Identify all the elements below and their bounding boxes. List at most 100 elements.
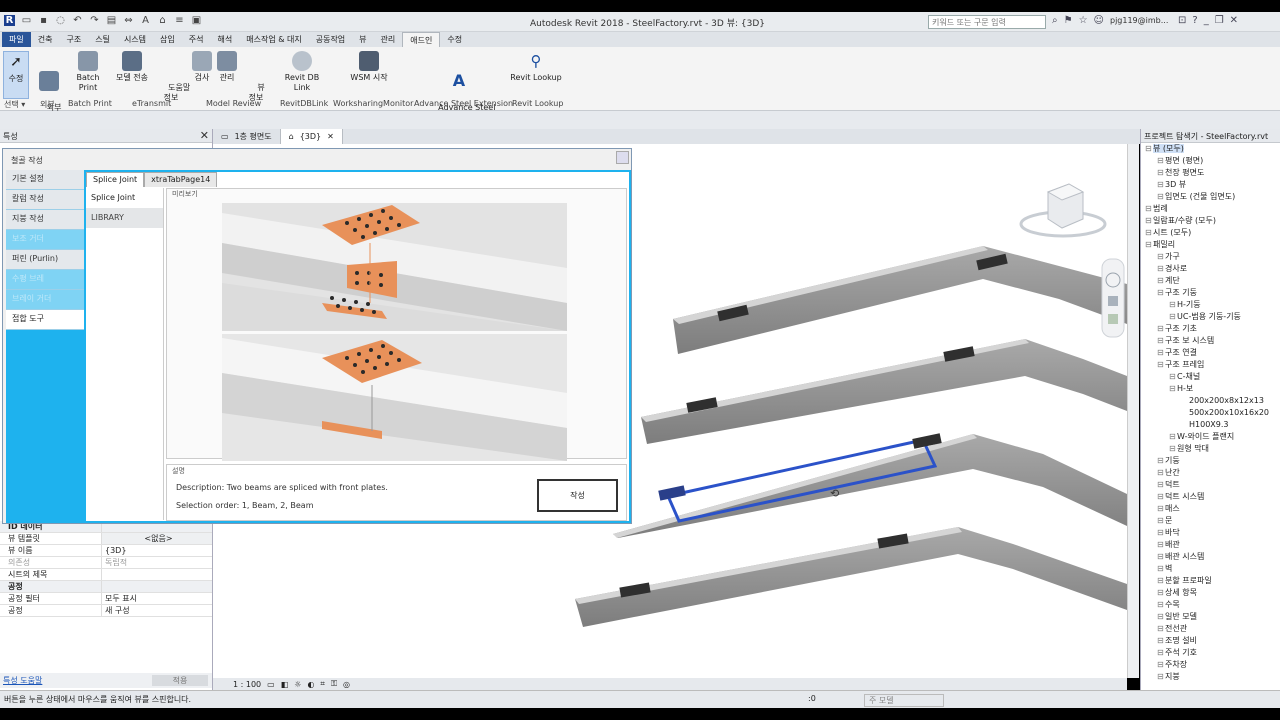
- tree-node[interactable]: ⊟기둥: [1141, 455, 1280, 467]
- expand-toggle-icon[interactable]: ⊟: [1157, 479, 1165, 491]
- expand-toggle-icon[interactable]: ⊟: [1157, 635, 1165, 647]
- tab-insert[interactable]: 삽입: [153, 32, 182, 47]
- expand-toggle-icon[interactable]: ⊟: [1157, 467, 1165, 479]
- tree-node[interactable]: ⊟배관: [1141, 539, 1280, 551]
- expand-toggle-icon[interactable]: ⊟: [1145, 239, 1153, 251]
- sidebar-horizontal-brace[interactable]: 수평 브레: [6, 270, 85, 290]
- sidebar-sub-girder[interactable]: 보조 거더: [6, 230, 85, 250]
- expand-toggle-icon[interactable]: ⊟: [1169, 431, 1177, 443]
- model-transmit-button[interactable]: 모델 전송: [113, 51, 151, 83]
- list-item-splice-joint[interactable]: Splice Joint: [86, 188, 163, 208]
- viewport-scrollbar[interactable]: [1127, 144, 1139, 678]
- expand-toggle-icon[interactable]: ⊟: [1157, 179, 1165, 191]
- tab-3d[interactable]: ⌂ {3D} ✕: [280, 129, 343, 144]
- tree-node[interactable]: ⊟지붕: [1141, 671, 1280, 683]
- dialog-close-button[interactable]: [616, 151, 629, 164]
- expand-toggle-icon[interactable]: ⊟: [1157, 671, 1165, 683]
- sidebar-connection-tools[interactable]: 접합 도구: [6, 310, 85, 330]
- beam-row-4[interactable]: [575, 527, 1127, 627]
- expand-toggle-icon[interactable]: ⊟: [1157, 623, 1165, 635]
- tree-node[interactable]: ⊟범례: [1141, 203, 1280, 215]
- expand-toggle-icon[interactable]: ⊟: [1157, 551, 1165, 563]
- expand-toggle-icon[interactable]: ⊟: [1157, 347, 1165, 359]
- view-template-button[interactable]: <없음>: [102, 533, 212, 544]
- expand-toggle-icon[interactable]: ⊟: [1169, 443, 1177, 455]
- tree-node[interactable]: ⊟일반 모델: [1141, 611, 1280, 623]
- tree-node[interactable]: ⊟구조 기초: [1141, 323, 1280, 335]
- expand-toggle-icon[interactable]: ⊟: [1157, 527, 1165, 539]
- lock-icon[interactable]: ⚿: [331, 679, 337, 689]
- save-icon[interactable]: ▪: [38, 15, 49, 26]
- revit-lookup-button[interactable]: ⚲ Revit Lookup: [510, 51, 562, 83]
- open-icon[interactable]: ▭: [21, 15, 32, 26]
- tab-file[interactable]: 파일: [2, 32, 31, 47]
- tree-node[interactable]: ⊟구조 연결: [1141, 347, 1280, 359]
- beam-row-1[interactable]: [673, 246, 1127, 354]
- splice-plate[interactable]: [658, 485, 686, 501]
- expand-toggle-icon[interactable]: ⊟: [1157, 599, 1165, 611]
- expand-toggle-icon[interactable]: ⊟: [1157, 611, 1165, 623]
- tree-node[interactable]: ⊟3D 뷰: [1141, 179, 1280, 191]
- expand-toggle-icon[interactable]: ⊟: [1157, 167, 1165, 179]
- expand-toggle-icon[interactable]: ⊟: [1157, 575, 1165, 587]
- expand-toggle-icon[interactable]: ⊟: [1157, 287, 1165, 299]
- revit-logo-icon[interactable]: R: [4, 15, 15, 26]
- expand-toggle-icon[interactable]: ⊟: [1145, 143, 1153, 155]
- expand-toggle-icon[interactable]: ⊟: [1157, 539, 1165, 551]
- section-phasing[interactable]: 공정: [0, 581, 212, 593]
- expand-toggle-icon[interactable]: ⊟: [1157, 587, 1165, 599]
- property-row[interactable]: 시트의 제목: [0, 569, 212, 581]
- sidebar-column-create[interactable]: 칼럼 작성: [6, 190, 85, 210]
- tree-node[interactable]: ⊟뷰 (모두): [1141, 143, 1280, 155]
- tree-node[interactable]: ⊟배관 시스템: [1141, 551, 1280, 563]
- tree-node[interactable]: ⊟분할 프로파일: [1141, 575, 1280, 587]
- expand-toggle-icon[interactable]: ⊟: [1145, 203, 1153, 215]
- tree-node[interactable]: ⊟입면도 (건물 입면도): [1141, 191, 1280, 203]
- list-item-library[interactable]: LIBRARY: [86, 208, 163, 228]
- tab-manage[interactable]: 관리: [374, 32, 403, 47]
- expand-toggle-icon[interactable]: ⊟: [1157, 647, 1165, 659]
- batch-print-button[interactable]: Batch Print: [67, 51, 109, 93]
- hide-isolate-icon[interactable]: ◎: [343, 680, 350, 689]
- tab-structure[interactable]: 구조: [59, 32, 88, 47]
- tree-node[interactable]: ⊟구조 기둥: [1141, 287, 1280, 299]
- sidebar-roof-create[interactable]: 지붕 작성: [6, 210, 85, 230]
- sidebar-brace-girder[interactable]: 브레이 거더: [6, 290, 85, 310]
- expand-toggle-icon[interactable]: ⊟: [1169, 383, 1177, 395]
- measure-icon[interactable]: ⇔: [123, 15, 134, 26]
- undo-icon[interactable]: ↶: [72, 15, 83, 26]
- sync-icon[interactable]: ◌: [55, 15, 66, 26]
- expand-toggle-icon[interactable]: ⊟: [1169, 311, 1177, 323]
- expand-toggle-icon[interactable]: ⊟: [1157, 275, 1165, 287]
- print-icon[interactable]: ▤: [106, 15, 117, 26]
- tree-node[interactable]: 500x200x10x16x20: [1141, 407, 1280, 419]
- tab-modify[interactable]: 수정: [440, 32, 469, 47]
- 3d-view-icon[interactable]: ⌂: [157, 15, 168, 26]
- expand-toggle-icon[interactable]: ⊟: [1169, 371, 1177, 383]
- pan-icon[interactable]: [1108, 314, 1118, 324]
- close-icon[interactable]: ✕: [327, 131, 334, 142]
- tree-node[interactable]: ⊟수목: [1141, 599, 1280, 611]
- redo-icon[interactable]: ↷: [89, 15, 100, 26]
- tree-node[interactable]: ⊟경사로: [1141, 263, 1280, 275]
- zoom-icon[interactable]: [1108, 296, 1118, 306]
- help-icon[interactable]: ?: [1192, 15, 1197, 26]
- expand-toggle-icon[interactable]: ⊟: [1157, 659, 1165, 671]
- revit-db-link-button[interactable]: Revit DB Link: [276, 51, 328, 93]
- property-value[interactable]: 모두 표시: [102, 593, 212, 604]
- tab-addins[interactable]: 애드인: [402, 32, 441, 47]
- apply-button[interactable]: 적용: [152, 675, 208, 686]
- expand-toggle-icon[interactable]: ⊟: [1145, 227, 1153, 239]
- property-row[interactable]: 뷰 템플릿 <없음>: [0, 533, 212, 545]
- tree-node[interactable]: ⊟바닥: [1141, 527, 1280, 539]
- tree-node[interactable]: ⊟평면 (평면): [1141, 155, 1280, 167]
- tab-collaborate[interactable]: 공동작업: [309, 32, 352, 47]
- tree-node[interactable]: ⊟가구: [1141, 251, 1280, 263]
- tree-node[interactable]: ⊟천장 평면도: [1141, 167, 1280, 179]
- beam-row-2[interactable]: [641, 339, 1127, 444]
- expand-toggle-icon[interactable]: ⊟: [1157, 455, 1165, 467]
- expand-toggle-icon[interactable]: ⊟: [1157, 503, 1165, 515]
- expand-toggle-icon[interactable]: ⊟: [1157, 155, 1165, 167]
- minimize-icon[interactable]: _: [1204, 15, 1209, 26]
- property-row[interactable]: 뷰 이름 {3D}: [0, 545, 212, 557]
